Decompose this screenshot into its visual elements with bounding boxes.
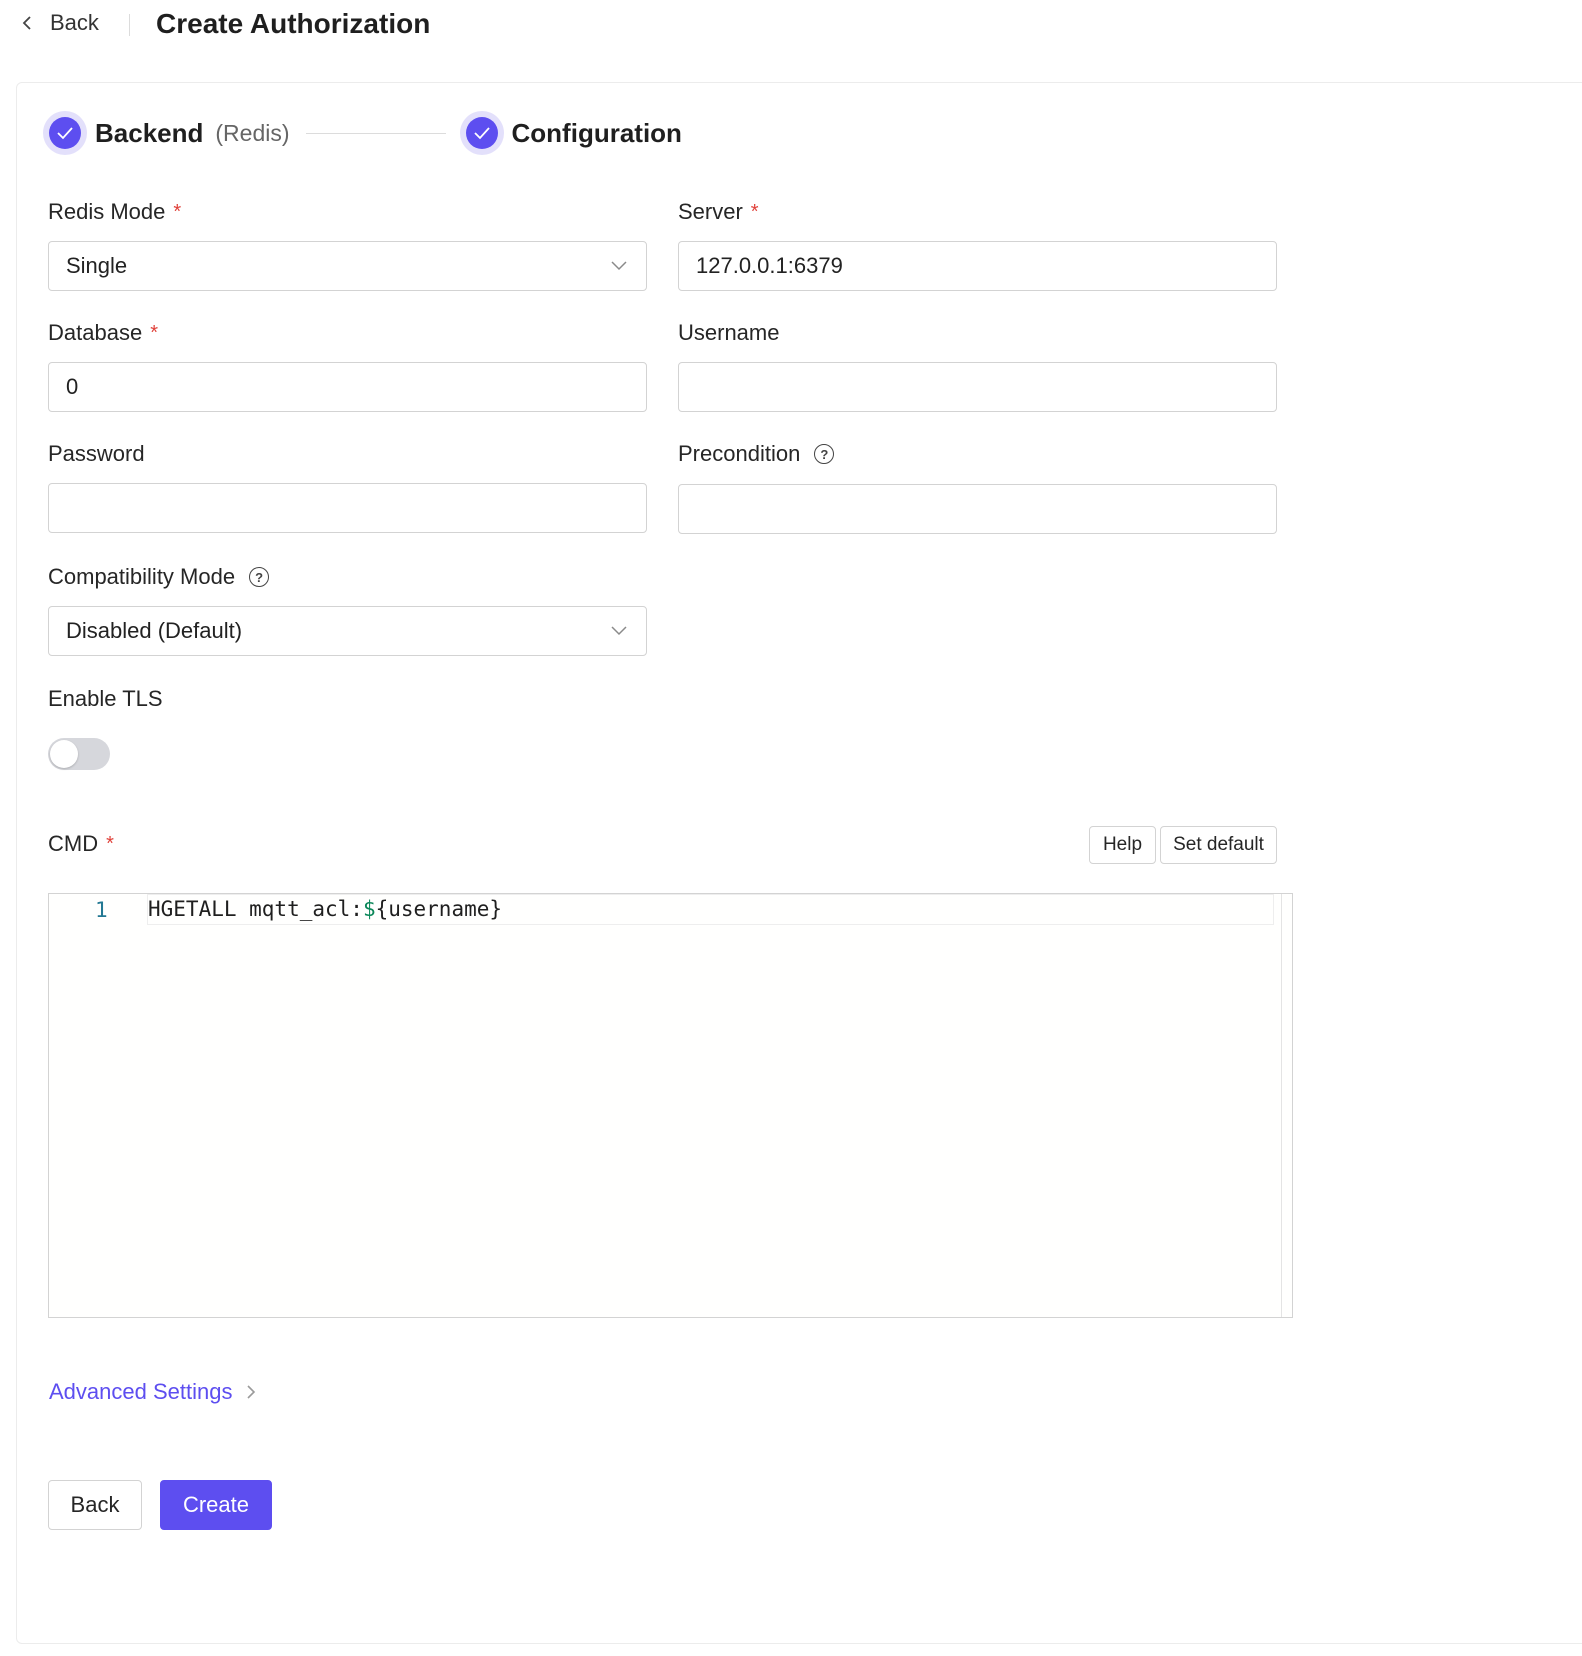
step-connector (305, 132, 446, 134)
database-label: Database * (48, 320, 158, 346)
cmd-code-editor[interactable]: 1 HGETALL mqtt_acl:${username} (48, 893, 1293, 1318)
compatibility-mode-select[interactable]: Disabled (Default) (48, 606, 647, 656)
back-button[interactable]: Back (48, 1480, 142, 1530)
page-title: Create Authorization (156, 8, 431, 39)
step-configuration-title: Configuration (511, 117, 682, 148)
server-value: 127.0.0.1:6379 (696, 253, 843, 278)
chevron-right-icon (247, 1385, 256, 1399)
enable-tls-toggle[interactable] (48, 738, 110, 770)
cmd-label-text: CMD (48, 831, 99, 856)
code-line[interactable]: HGETALL mqtt_acl:${username} (147, 894, 1274, 925)
create-button[interactable]: Create (160, 1480, 272, 1530)
database-input[interactable]: 0 (48, 362, 647, 412)
compatibility-mode-label-text: Compatibility Mode (48, 564, 236, 589)
code-text: HGETALL mqtt_acl: (148, 897, 363, 921)
advanced-settings-label: Advanced Settings (49, 1379, 233, 1404)
header-back-label: Back (50, 10, 99, 35)
username-label: Username (678, 320, 779, 346)
server-input[interactable]: 127.0.0.1:6379 (678, 241, 1277, 291)
question-circle-icon[interactable]: ? (249, 567, 270, 587)
password-label: Password (48, 441, 145, 467)
code-variable-token: $ (362, 897, 376, 921)
precondition-input[interactable] (678, 484, 1277, 534)
username-input[interactable] (678, 362, 1277, 412)
redis-mode-label: Redis Mode * (48, 199, 181, 225)
compatibility-mode-value: Disabled (Default) (66, 618, 243, 643)
password-label-text: Password (48, 441, 145, 466)
database-value: 0 (66, 374, 79, 399)
step-configuration-status (459, 111, 504, 155)
cmd-help-button[interactable]: Help (1089, 826, 1156, 864)
chevron-down-icon (611, 626, 627, 636)
top-bar: Back Create Authorization (0, 0, 1582, 50)
chevron-left-icon (22, 16, 31, 30)
form-card: Backend (Redis) Configuration Redis Mode… (16, 82, 1582, 1644)
chevron-down-icon (611, 261, 627, 271)
database-label-text: Database (48, 320, 143, 345)
required-marker: * (150, 321, 158, 344)
precondition-label-text: Precondition (678, 441, 801, 466)
required-marker: * (750, 200, 759, 223)
header-divider (129, 14, 130, 36)
redis-mode-value: Single (66, 253, 128, 278)
steps-indicator: Backend (Redis) Configuration (43, 111, 682, 155)
redis-mode-label-text: Redis Mode (48, 199, 166, 224)
advanced-settings-toggle[interactable]: Advanced Settings (49, 1379, 256, 1405)
editor-scrollbar[interactable] (1281, 894, 1282, 1317)
step-backend-status (43, 111, 87, 155)
check-icon (473, 127, 490, 140)
password-input[interactable] (48, 483, 647, 533)
line-number: 1 (95, 898, 108, 922)
code-text-suffix: {username} (375, 897, 503, 921)
question-circle-icon[interactable]: ? (814, 444, 835, 464)
step-backend-title: Backend (95, 117, 204, 148)
required-marker: * (173, 200, 182, 223)
redis-mode-select[interactable]: Single (48, 241, 647, 291)
server-label-text: Server (678, 199, 743, 224)
enable-tls-label: Enable TLS (48, 686, 163, 712)
required-marker: * (106, 832, 114, 855)
header-back-link[interactable]: Back (20, 10, 99, 36)
toggle-knob (50, 740, 78, 768)
cmd-label: CMD * (48, 831, 114, 857)
step-backend-subtitle: (Redis) (215, 119, 290, 146)
compatibility-mode-label: Compatibility Mode ? (48, 564, 270, 590)
check-icon (57, 127, 73, 140)
cmd-set-default-button[interactable]: Set default (1160, 826, 1277, 864)
server-label: Server * (678, 199, 759, 225)
enable-tls-label-text: Enable TLS (48, 686, 163, 711)
username-label-text: Username (678, 320, 780, 345)
precondition-label: Precondition ? (678, 441, 835, 467)
